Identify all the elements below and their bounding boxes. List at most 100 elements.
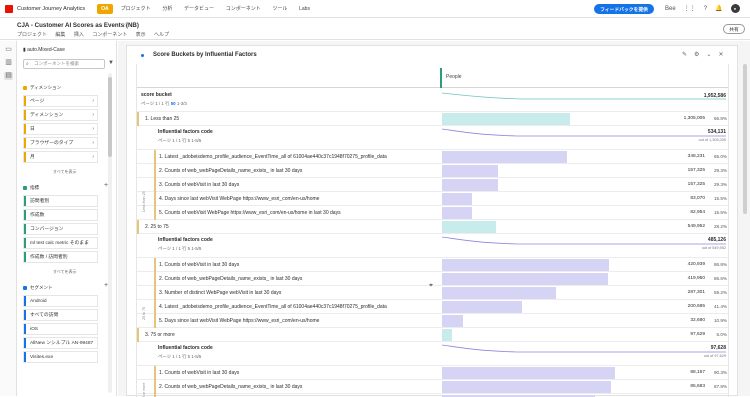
apps-grid-icon[interactable]: ⋮⋮ <box>684 5 696 12</box>
edit-pencil-icon[interactable]: ✎ <box>682 51 687 58</box>
factor-row[interactable]: 5. Days since last webVisit WebPage http… <box>137 314 728 328</box>
nav-labs[interactable]: Labs <box>299 6 310 12</box>
notifications-bell-icon[interactable]: 🔔 <box>715 5 722 12</box>
metric-item[interactable]: コンバージョン <box>23 223 98 235</box>
nav-tools[interactable]: ツール <box>272 6 287 12</box>
dataview-selector[interactable]: ▮ auto.Mixed-Case <box>23 47 65 53</box>
metric-item[interactable]: ml test calc metric そのまま <box>23 237 98 249</box>
factor-row[interactable]: 1. Latest _adobeisdemo_profile_audience_… <box>137 150 728 164</box>
filter-icon[interactable]: ▼ <box>108 60 114 66</box>
breakdown-pager[interactable]: ページ 1 / 1 行 5 1-5/5 <box>158 246 201 252</box>
bucket-row[interactable]: 2. 25 to 75 549,952 28.2% <box>137 220 728 234</box>
dimension-item[interactable]: 月 › <box>23 151 98 163</box>
close-icon[interactable]: ✕ <box>718 51 723 58</box>
chevron-down-icon[interactable]: ⌄ <box>706 51 711 58</box>
factor-label[interactable]: 2. Counts of web_webPageDetails_name_exi… <box>159 168 429 174</box>
breakdown-dimension-header[interactable]: Influential factors code <box>158 129 213 135</box>
factor-label[interactable]: 3. Counts of webVisit in last 30 days <box>159 182 429 188</box>
factor-label[interactable]: 4. Days since last webVisit WebPage http… <box>159 196 429 202</box>
chevron-right-icon[interactable]: › <box>92 138 94 148</box>
factor-label[interactable]: 3. Number of distinct WebPage webVisit i… <box>159 290 429 296</box>
pager-rows[interactable]: 50 <box>171 101 176 106</box>
factor-row[interactable]: 3. Number of distinct WebPage webVisit i… <box>137 286 728 300</box>
factor-row[interactable]: 4. Days since last webVisit WebPage http… <box>137 192 728 206</box>
metrics-header[interactable]: 指標 + <box>23 182 108 191</box>
segment-item[interactable]: AllNew ンシルプル AN-99487 <box>23 337 98 349</box>
user-label[interactable]: Bee <box>665 6 676 12</box>
factor-label[interactable]: 1. Latest _adobeisdemo_profile_audience_… <box>159 154 429 160</box>
nav-analysis[interactable]: 分析 <box>162 6 172 12</box>
dimension-item[interactable]: ページ › <box>23 95 98 107</box>
canvas-scrollbar-thumb[interactable] <box>743 64 747 214</box>
segment-item[interactable]: Android <box>23 295 98 307</box>
freeform-title[interactable]: Score Buckets by Influential Factors <box>153 52 257 58</box>
canvas-scrollbar[interactable] <box>743 62 748 396</box>
factor-label[interactable]: 2. Counts of web_webPageDetails_name_exi… <box>159 276 429 282</box>
bucket-row[interactable]: 1. Less than 25 1,305,005 66.8% <box>137 112 728 126</box>
help-icon[interactable]: ? <box>704 6 707 12</box>
factor-row[interactable]: 2. Counts of web_webPageDetails_name_exi… <box>137 380 728 394</box>
dimension-item[interactable]: ディメンション › <box>23 109 98 121</box>
factor-row[interactable]: 2. Counts of web_webPageDetails_name_exi… <box>137 272 728 286</box>
search-input[interactable]: ⌕ コンポーネントを検索 <box>23 59 105 69</box>
dimension-item[interactable]: ブラウザーのタイプ › <box>23 137 98 149</box>
factor-row[interactable]: 5. Counts of webVisit WebPage https://ww… <box>137 206 728 220</box>
segment-item[interactable]: すべての訪問 <box>23 309 98 321</box>
panels-icon[interactable]: ▭ <box>4 46 13 54</box>
factor-label[interactable]: 5. Days since last webVisit WebPage http… <box>159 318 429 324</box>
bucket-row[interactable]: 3. 75 or more 97,629 5.0% <box>137 328 728 342</box>
adobe-logo-icon[interactable] <box>5 4 13 13</box>
segments-header[interactable]: セグメント + <box>23 282 108 291</box>
project-title[interactable]: CJA - Customer AI Scores as Events (NB) <box>17 22 139 29</box>
bucket-label[interactable]: 2. 25 to 75 <box>145 224 169 230</box>
show-all-metrics[interactable]: すべてを表示 <box>53 269 76 275</box>
nav-dataviews[interactable]: データビュー <box>184 6 214 12</box>
table-pager[interactable]: ページ 1 / 1 行 50 1-3/3 <box>141 101 187 107</box>
factor-label[interactable]: 2. Counts of web_webPageDetails_name_exi… <box>159 384 429 390</box>
breakdown-pager[interactable]: ページ 1 / 1 行 5 1-5/5 <box>158 138 201 144</box>
dimension-header[interactable]: score bucket <box>141 92 172 98</box>
segment-item[interactable]: Visites.exe <box>23 351 98 363</box>
settings-gear-icon[interactable]: ⚙ <box>694 51 699 58</box>
favorite-star-icon[interactable]: ☆ <box>123 21 129 29</box>
metric-column-header[interactable]: People <box>440 68 728 88</box>
menu-project[interactable]: プロジェクト <box>17 32 47 38</box>
factor-row[interactable]: 2. Counts of web_webPageDetails_name_exi… <box>137 164 728 178</box>
components-icon[interactable]: ▤ <box>4 72 13 80</box>
segment-item[interactable]: iOS <box>23 323 98 335</box>
factor-row[interactable]: 3. Counts of webVisit in last 30 days 157… <box>137 178 728 192</box>
bucket-label[interactable]: 1. Less than 25 <box>145 116 179 122</box>
chevron-right-icon[interactable]: › <box>92 124 94 134</box>
chevron-right-icon[interactable]: › <box>92 110 94 120</box>
menu-view[interactable]: 表示 <box>136 32 146 38</box>
menu-help[interactable]: ヘルプ <box>154 32 169 38</box>
show-all-dimensions[interactable]: すべてを表示 <box>53 169 76 175</box>
factor-label[interactable]: 5. Counts of webVisit WebPage https://ww… <box>159 210 429 216</box>
metric-item[interactable]: 訪問者別 <box>23 195 98 207</box>
nav-projects[interactable]: プロジェクト <box>121 6 151 12</box>
feedback-button[interactable]: フィードバックを提供 <box>594 4 654 14</box>
factor-row[interactable]: 1. Counts of webVisit in last 30 days 420… <box>137 258 728 272</box>
dimension-item[interactable]: 日 › <box>23 123 98 135</box>
factor-label[interactable]: 1. Counts of webVisit in last 30 days <box>159 370 429 376</box>
panel-scrollbar[interactable] <box>108 73 112 393</box>
menu-components[interactable]: コンポーネント <box>92 32 127 38</box>
avatar[interactable]: ● <box>730 4 740 13</box>
breakdown-pager[interactable]: ページ 1 / 1 行 5 1-5/5 <box>158 354 201 360</box>
panel-scrollbar-thumb[interactable] <box>108 77 112 157</box>
menu-insert[interactable]: 挿入 <box>74 32 84 38</box>
share-button[interactable]: 共有 <box>723 24 745 34</box>
factor-label[interactable]: 1. Counts of webVisit in last 30 days <box>159 262 429 268</box>
visualizations-icon[interactable]: ▥ <box>4 59 13 67</box>
chevron-right-icon[interactable]: › <box>92 152 94 162</box>
factor-row[interactable]: 1. Counts of webVisit in last 30 days 88,… <box>137 366 728 380</box>
metric-item[interactable]: 作成数 / 訪問者別 <box>23 251 98 263</box>
chevron-right-icon[interactable]: › <box>92 96 94 106</box>
factor-row[interactable]: 4. Latest _adobeisdemo_profile_audience_… <box>137 300 728 314</box>
nav-components[interactable]: コンポーネント <box>226 6 261 12</box>
menu-edit[interactable]: 編集 <box>55 32 65 38</box>
app-name[interactable]: Customer Journey Analytics <box>17 6 85 12</box>
dimensions-header[interactable]: ディメンション <box>23 85 61 91</box>
bucket-label[interactable]: 3. 75 or more <box>145 332 175 338</box>
breakdown-dimension-header[interactable]: Influential factors code <box>158 237 213 243</box>
